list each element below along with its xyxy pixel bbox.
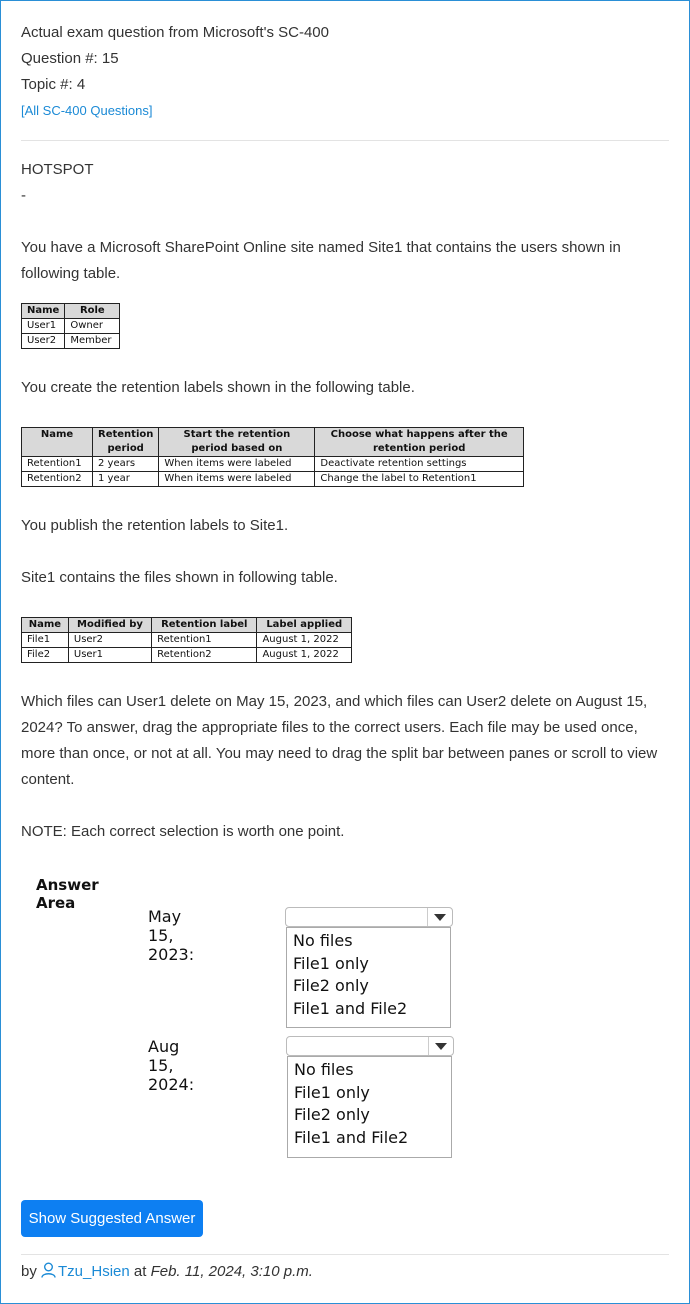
dropdown-may[interactable] [285, 907, 453, 927]
author-name[interactable]: Tzu_Hsien [58, 1263, 130, 1280]
dropdown-options-aug: No files File1 only File2 only File1 and… [287, 1056, 452, 1158]
files-header-applied: Label applied [256, 617, 352, 633]
table-cell: User2 [20, 333, 66, 349]
post-date: Feb. 11, 2024, 3:10 p.m. [150, 1263, 313, 1280]
question-type: HOTSPOT [21, 161, 94, 178]
users-table: Name Role User1 Owner User2 Member [20, 303, 121, 349]
all-questions-link[interactable]: [All SC-400 Questions] [21, 98, 153, 124]
table-cell: Retention2 [21, 471, 93, 487]
table-cell: Retention1 [21, 456, 93, 472]
answer-label-aug: Aug 15, 2024: [148, 1037, 195, 1094]
table-cell: User1 [20, 318, 66, 334]
table-cell: Member [64, 333, 121, 349]
table-cell: When items were labeled [158, 471, 316, 487]
files-intro: Site1 contains the files shown in follow… [21, 569, 338, 586]
show-answer-button[interactable]: Show Suggested Answer [21, 1200, 203, 1237]
files-header-modified: Modified by [67, 617, 153, 633]
dropdown-option[interactable]: No files [294, 1059, 451, 1082]
files-header-name: Name [21, 617, 69, 633]
table-cell: User1 [67, 647, 153, 663]
answer-label-may: May 15, 2023: [148, 907, 195, 964]
question-intro: You have a Microsoft SharePoint Online s… [21, 239, 621, 282]
retention-intro: You create the retention labels shown in… [21, 379, 415, 396]
dropdown-option[interactable]: File1 and File2 [293, 998, 450, 1021]
retention-table: Name Retention period Start the retentio… [21, 427, 524, 487]
dropdown-option[interactable]: File1 only [294, 1082, 451, 1105]
exam-title: Actual exam question from Microsoft's SC… [21, 24, 329, 41]
question-text: Which files can User1 delete on May 15, … [21, 693, 658, 788]
users-header-role: Role [64, 303, 121, 319]
topic-number: Topic #: 4 [21, 76, 86, 93]
dropdown-options-may: No files File1 only File2 only File1 and… [286, 927, 451, 1028]
dropdown-option[interactable]: File1 only [293, 953, 450, 976]
table-cell: When items were labeled [158, 456, 316, 472]
divider [21, 140, 669, 141]
dropdown-aug[interactable] [286, 1036, 454, 1056]
table-cell: Retention2 [151, 647, 258, 663]
author-link[interactable]: Tzu_Hsien [41, 1262, 134, 1280]
question-content: Actual exam question from Microsoft's SC… [20, 20, 669, 845]
table-cell: File1 [21, 632, 69, 648]
table-cell: File2 [21, 647, 69, 663]
dropdown-option[interactable]: No files [293, 930, 450, 953]
chevron-down-icon[interactable] [428, 1037, 453, 1055]
table-row: Retention1 2 years When items were label… [21, 456, 524, 472]
table-row: File2 User1 Retention2 August 1, 2022 [21, 647, 352, 663]
dropdown-option[interactable]: File2 only [294, 1104, 451, 1127]
files-header-label: Retention label [151, 617, 258, 633]
user-icon [41, 1262, 56, 1278]
table-row: File1 User2 Retention1 August 1, 2022 [21, 632, 352, 648]
table-cell: Retention1 [151, 632, 258, 648]
footer-divider [21, 1254, 669, 1255]
answer-area-title: Answer Area [36, 876, 99, 912]
table-cell: Owner [64, 318, 121, 334]
publish-text: You publish the retention labels to Site… [21, 517, 289, 534]
table-cell: 1 year [91, 471, 160, 487]
question-number: Question #: 15 [21, 50, 119, 67]
note-text: NOTE: Each correct selection is worth on… [21, 823, 345, 840]
post-footer: by Tzu_Hsien at Feb. 11, 2024, 3:10 p.m. [21, 1262, 313, 1280]
chevron-down-icon[interactable] [427, 908, 452, 926]
by-label: by [21, 1263, 37, 1280]
table-cell: User2 [67, 632, 153, 648]
retention-header-start: Start the retention period based on [158, 427, 316, 457]
table-cell: Deactivate retention settings [314, 456, 524, 472]
dropdown-option[interactable]: File2 only [293, 975, 450, 998]
table-cell: August 1, 2022 [256, 647, 352, 663]
question-dash: - [21, 187, 26, 204]
retention-header-period: Retention period [91, 427, 160, 457]
users-header-name: Name [20, 303, 66, 319]
table-row: User1 Owner [20, 318, 121, 334]
table-cell: 2 years [91, 456, 160, 472]
files-table: Name Modified by Retention label Label a… [21, 617, 352, 663]
table-row: User2 Member [20, 333, 121, 349]
dropdown-option[interactable]: File1 and File2 [294, 1127, 451, 1150]
table-cell: August 1, 2022 [256, 632, 352, 648]
at-label: at [133, 1263, 147, 1280]
table-cell: Change the label to Retention1 [314, 471, 524, 487]
retention-header-after: Choose what happens after the retention … [314, 427, 524, 457]
retention-header-name: Name [21, 427, 93, 457]
table-row: Retention2 1 year When items were labele… [21, 471, 524, 487]
